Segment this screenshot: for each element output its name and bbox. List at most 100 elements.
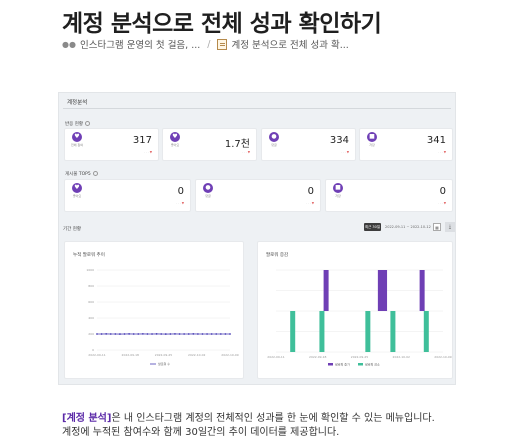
top-delta: · · · ▼ xyxy=(305,201,314,205)
heart-icon: ♥ xyxy=(72,183,82,193)
help-icon[interactable] xyxy=(92,171,98,176)
stat-delta: · · · ▼ xyxy=(437,150,446,154)
line-chart: 0 200 400 600 800 1000 2022-09-11 2022-09-18 202… xyxy=(86,268,239,366)
stat-value: 341 xyxy=(426,135,446,146)
section-period: 기간 현황 xyxy=(63,226,81,232)
stat-value: 1.7천 xyxy=(224,139,250,150)
top-label: 댓글 xyxy=(205,194,211,198)
stat-delta: · · · ▼ xyxy=(340,150,349,154)
breadcrumb: ●● 인스타그램 운영의 첫 걸음, ... / 계정 분석으로 전체 성과 확… xyxy=(62,37,349,51)
x-tick-label: 2022-09-11 xyxy=(88,353,106,357)
x-tick-label: 2022-09-11 xyxy=(267,355,285,359)
section-period-label: 기간 현황 xyxy=(63,227,81,232)
memo-icon xyxy=(217,38,228,50)
x-tick-label: 2022-10-02 xyxy=(393,355,411,359)
sprout-icon: ●● xyxy=(62,39,76,49)
section-top5: 게시물 TOP5 xyxy=(65,171,98,177)
follower-change-panel: 팔로워 증감 2022-09-11 2022-09-18 2022-09-25 202… xyxy=(257,241,453,379)
dashboard-title: 계정분석 xyxy=(67,100,88,106)
bar xyxy=(323,270,329,311)
data-point xyxy=(210,333,213,335)
data-point xyxy=(151,333,153,335)
heart-icon: ♥ xyxy=(72,132,82,142)
top-delta: · · · ▼ xyxy=(175,201,184,205)
data-point xyxy=(219,333,222,335)
stat-label: 전체 참여 xyxy=(71,143,83,147)
divider xyxy=(63,108,451,109)
bar xyxy=(390,311,396,352)
top-delta: · · · ▼ xyxy=(437,201,446,205)
data-point xyxy=(192,333,195,335)
data-point xyxy=(146,333,149,335)
y-tick-label: 600 xyxy=(88,300,94,304)
data-point xyxy=(164,333,167,335)
y-tick-label: 1000 xyxy=(86,268,94,272)
top-value: 0 xyxy=(307,186,314,197)
data-point xyxy=(132,333,135,335)
bar-chart: 2022-09-11 2022-09-18 2022-09-25 2022-10-02… xyxy=(267,269,452,367)
stat-delta: · · · ▼ xyxy=(241,150,250,154)
data-point xyxy=(105,333,108,335)
data-point xyxy=(119,333,121,335)
data-point xyxy=(128,333,131,335)
data-point xyxy=(224,333,227,335)
section-reaction: 반응 현황 xyxy=(65,121,90,127)
data-point xyxy=(160,333,163,335)
x-tick-label: 2022-09-25 xyxy=(155,353,173,357)
stat-label: 좋아요 xyxy=(170,143,180,147)
data-point xyxy=(96,333,98,335)
download-icon[interactable]: ⤓ xyxy=(445,222,455,232)
data-point xyxy=(187,333,190,335)
data-point xyxy=(169,333,172,335)
page-title: 계정 분석으로 전체 성과 확인하기 xyxy=(62,11,382,37)
x-tick-label: 2022-09-25 xyxy=(351,355,369,359)
legend-label: 팔로워 감소 xyxy=(365,362,380,367)
breadcrumb-separator: / xyxy=(207,38,211,50)
help-icon[interactable] xyxy=(85,121,90,126)
comment-icon: ● xyxy=(203,183,213,193)
data-point xyxy=(174,333,176,335)
top-label: 저장 xyxy=(335,194,341,198)
data-point xyxy=(123,333,126,335)
stat-value: 317 xyxy=(132,135,152,146)
legend-label: 팔로워 증가 xyxy=(335,362,350,367)
stat-delta: · · · ▼ xyxy=(143,150,152,154)
data-point xyxy=(100,333,103,335)
bar xyxy=(365,311,371,352)
caption-line-1-rest: 은 내 인스타그램 계정의 전체적인 성과를 한 눈에 확인할 수 있는 메뉴입… xyxy=(111,413,435,424)
stat-card: ♥ 좋아요 1.7천 · · · ▼ xyxy=(162,128,257,161)
stat-card: ♥ 전체 참여 317 · · · ▼ xyxy=(64,128,159,161)
bar xyxy=(423,311,429,352)
calendar-icon[interactable]: ▦ xyxy=(433,223,441,231)
legend-swatch xyxy=(328,363,333,366)
data-point xyxy=(229,333,231,335)
data-point xyxy=(109,333,112,335)
top-value: 0 xyxy=(177,186,184,197)
caption-line-1: [계정 분석]은 내 인스타그램 계정의 전체적인 성과를 한 눈에 확인할 수… xyxy=(62,412,435,426)
breadcrumb-item-parent[interactable]: 인스타그램 운영의 첫 걸음, ... xyxy=(80,37,200,51)
y-tick-label: 0 xyxy=(92,348,94,352)
x-tick-label: 2022-10-09 xyxy=(221,353,239,357)
recent-30-days-button[interactable]: 최근 30일 xyxy=(364,223,381,231)
bar xyxy=(319,311,325,352)
stat-label: 댓글 xyxy=(271,143,277,147)
y-tick-label: 400 xyxy=(88,316,94,320)
comment-icon: ● xyxy=(269,132,279,142)
stat-card: ■ 저장 341 · · · ▼ xyxy=(359,128,453,161)
dashboard-screenshot: 계정분석 반응 현황 ♥ 전체 참여 317 · · · ▼ ♥ 좋아요 1.7… xyxy=(58,92,456,385)
breadcrumb-item-current[interactable]: 계정 분석으로 전체 성과 확... xyxy=(231,37,348,51)
data-point xyxy=(155,333,158,335)
data-point xyxy=(206,333,208,335)
stat-value: 334 xyxy=(329,135,349,146)
top-value: 0 xyxy=(439,186,446,197)
date-range[interactable]: 2022-09-11 ~ 2022-10-12 xyxy=(385,225,431,229)
top-card: ■ 저장 0 · · · ▼ xyxy=(325,179,453,212)
bar xyxy=(419,270,425,311)
bookmark-icon: ■ xyxy=(333,183,343,193)
follower-trend-panel: 누적 팔로워 추이 0 200 400 600 800 1000 2022-09-11 202… xyxy=(64,241,244,379)
bookmark-icon: ■ xyxy=(367,132,377,142)
legend-swatch xyxy=(358,363,363,366)
x-tick-label: 2022-09-18 xyxy=(122,353,140,357)
y-tick-label: 200 xyxy=(88,332,94,336)
top-label: 좋아요 xyxy=(72,194,82,198)
